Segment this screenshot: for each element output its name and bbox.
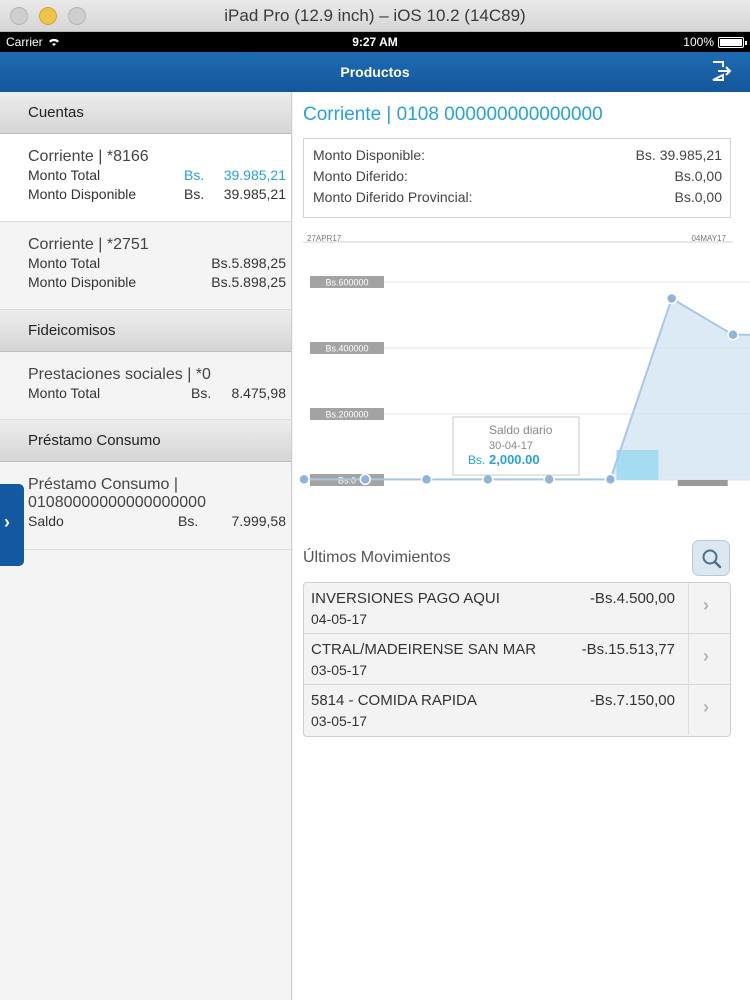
chevron-right-icon: ›	[703, 697, 709, 717]
row-currency: Bs.	[184, 167, 205, 183]
logout-icon[interactable]	[710, 60, 732, 82]
row-label: Monto Total	[28, 385, 101, 401]
movement-date: 03-05-17	[311, 662, 368, 678]
section-header-fideicomisos: Fideicomisos	[0, 310, 291, 352]
row-amount: 39.985,21	[223, 167, 286, 183]
account-item-prestamo-consumo[interactable]: Préstamo Consumo | 01080000000000000000 …	[0, 462, 291, 550]
movement-amount: -Bs.7.150,00	[589, 692, 675, 709]
products-sidebar: Cuentas Corriente | *8166 Monto Total Bs…	[0, 92, 292, 1000]
movement-detail-button[interactable]: ›	[688, 634, 730, 684]
chart-point[interactable]	[482, 473, 494, 486]
account-number: 01080000000000000000	[28, 494, 206, 511]
movement-description: 5814 - COMIDA RAPIDA	[311, 692, 477, 709]
chart-y-tick-label: Bs.400000	[325, 344, 368, 354]
chart-point[interactable]	[298, 473, 310, 486]
row-amount: 39.985,21	[223, 186, 286, 202]
chart-tooltip-title: Saldo diario	[489, 423, 553, 437]
movement-row[interactable]: INVERSIONES PAGO AQUI 04-05-17 -Bs.4.500…	[304, 583, 730, 634]
movement-description: INVERSIONES PAGO AQUI	[311, 590, 500, 607]
movement-amount: -Bs.4.500,00	[589, 590, 675, 607]
section-header-prestamo: Préstamo Consumo	[0, 420, 291, 462]
movement-amount: -Bs.15.513,77	[581, 641, 675, 658]
chart-highlight-bar	[616, 450, 659, 480]
movement-row[interactable]: 5814 - COMIDA RAPIDA 03-05-17 -Bs.7.150,…	[304, 685, 730, 736]
summary-label: Monto Diferido Provincial:	[313, 189, 473, 205]
search-button[interactable]	[692, 540, 730, 576]
account-summary: Monto Disponible: Bs. 39.985,21 Monto Di…	[303, 138, 731, 218]
status-bar: Carrier 9:27 AM 100%	[0, 32, 750, 52]
movement-detail-button[interactable]: ›	[688, 685, 730, 735]
chevron-right-icon: ›	[703, 646, 709, 666]
movement-detail-button[interactable]: ›	[688, 583, 730, 633]
simulator-title-bar: iPad Pro (12.9 inch) – iOS 10.2 (14C89)	[0, 0, 750, 32]
account-title: Prestaciones sociales | *0	[28, 366, 211, 383]
row-amount: 7.999,58	[231, 513, 287, 529]
row-currency: Bs.	[178, 513, 199, 529]
summary-amount: Bs.0,00	[674, 189, 722, 205]
nav-title: Productos	[340, 64, 410, 80]
chart-y-tick-label: Bs.600000	[325, 278, 368, 288]
account-title: Corriente | *2751	[28, 236, 149, 253]
account-heading: Corriente | 0108 000000000000000	[303, 104, 603, 125]
battery-percentage: 100%	[683, 35, 714, 49]
chart-point[interactable]	[665, 292, 678, 305]
row-label: Saldo	[28, 513, 64, 529]
summary-label: Monto Diferido:	[313, 168, 408, 184]
summary-label: Monto Disponible:	[313, 147, 426, 163]
chart-tooltip-date: 30-04-17	[489, 440, 533, 452]
row-label: Monto Disponible	[28, 186, 137, 202]
section-header-cuentas: Cuentas	[0, 92, 291, 134]
chart-baseline-bar	[677, 480, 728, 486]
sidebar-toggle-button[interactable]: ›	[0, 484, 24, 566]
daily-balance-chart[interactable]: Bs.600000 Bs.400000 Bs.200000 Bs.0 Saldo dia…	[293, 228, 750, 498]
chevron-right-icon: ›	[4, 512, 10, 532]
chevron-right-icon: ›	[703, 595, 709, 615]
account-title: Préstamo Consumo |	[28, 476, 178, 493]
status-time: 9:27 AM	[352, 35, 398, 49]
chart-y-tick-label: Bs.0	[338, 476, 356, 486]
chart-tooltip-value: 2,000.00	[489, 452, 540, 467]
row-label: Monto Total	[28, 255, 101, 271]
movement-date: 04-05-17	[311, 611, 368, 627]
chart-point[interactable]	[727, 329, 739, 341]
chart-point[interactable]	[359, 473, 372, 486]
chart-y-tick-label: Bs.200000	[325, 410, 368, 420]
search-icon	[702, 549, 722, 569]
account-item-prestaciones[interactable]: Prestaciones sociales | *0 Monto Total B…	[0, 352, 291, 420]
chart-point[interactable]	[420, 473, 433, 486]
chart-point[interactable]	[543, 473, 555, 486]
navigation-bar: Productos	[0, 52, 750, 92]
account-item-corriente-8166[interactable]: Corriente | *8166 Monto Total Bs. 39.985…	[0, 134, 291, 222]
row-currency: Bs.	[184, 186, 205, 202]
summary-amount: Bs.0,00	[674, 168, 722, 184]
movement-row[interactable]: CTRAL/MADEIRENSE SAN MAR 03-05-17 -Bs.15…	[304, 634, 730, 685]
account-item-corriente-2751[interactable]: Corriente | *2751 Monto Total Bs.5.898,2…	[0, 222, 291, 310]
row-amount: 8.475,98	[231, 385, 287, 401]
account-title: Corriente | *8166	[28, 148, 149, 165]
row-label: Monto Total	[28, 167, 101, 183]
row-currency: Bs.	[191, 385, 212, 401]
row-label: Monto Disponible	[28, 274, 137, 290]
row-amount: Bs.5.898,25	[211, 255, 286, 271]
chart-tooltip-currency: Bs.	[468, 453, 485, 467]
summary-amount: Bs. 39.985,21	[635, 147, 722, 163]
battery-icon	[718, 37, 747, 48]
row-amount: Bs.5.898,25	[211, 274, 286, 290]
account-detail-panel: Corriente | 0108 000000000000000 Monto D…	[293, 92, 750, 1000]
simulator-title: iPad Pro (12.9 inch) – iOS 10.2 (14C89)	[224, 6, 526, 25]
movement-description: CTRAL/MADEIRENSE SAN MAR	[311, 641, 537, 658]
movements-list: INVERSIONES PAGO AQUI 04-05-17 -Bs.4.500…	[303, 582, 731, 737]
movements-title: Últimos Movimientos	[303, 549, 451, 566]
movement-date: 03-05-17	[311, 713, 368, 729]
chart-point[interactable]	[604, 473, 617, 486]
